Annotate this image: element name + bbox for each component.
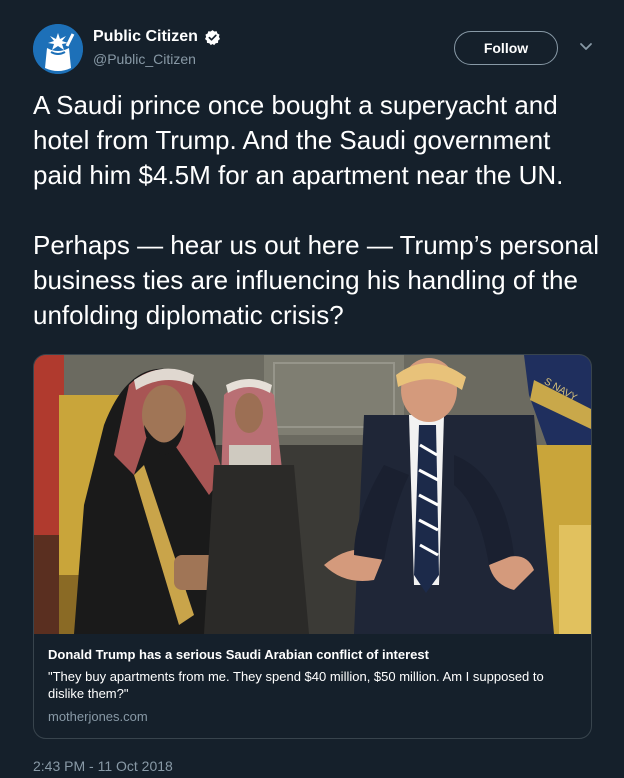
card-image[interactable]: S NAVY: [34, 355, 592, 634]
card-meta[interactable]: Donald Trump has a serious Saudi Arabian…: [48, 646, 578, 724]
avatar[interactable]: [33, 24, 83, 74]
card-description: "They buy apartments from me. They spend…: [48, 669, 544, 701]
tweet-text: A Saudi prince once bought a superyacht …: [33, 90, 600, 330]
display-name[interactable]: Public Citizen: [93, 28, 221, 46]
statue-of-liberty-logo-icon: [33, 24, 83, 74]
card-title[interactable]: Donald Trump has a serious Saudi Arabian…: [48, 646, 578, 663]
link-card[interactable]: S NAVY Donald Trump has a serious Saudi …: [33, 354, 592, 739]
chevron-down-icon[interactable]: [578, 38, 594, 54]
name-block: Public Citizen @Public_Citizen: [93, 28, 221, 67]
follow-button[interactable]: Follow: [454, 31, 558, 65]
card-domain[interactable]: motherjones.com: [48, 709, 578, 724]
timestamp[interactable]: 2:43 PM - 11 Oct 2018: [33, 758, 173, 774]
verified-badge-icon: [204, 29, 221, 46]
handle[interactable]: @Public_Citizen: [93, 51, 221, 67]
display-name-text[interactable]: Public Citizen: [93, 28, 198, 46]
tweet-header: Public Citizen @Public_Citizen Follow: [33, 24, 603, 80]
